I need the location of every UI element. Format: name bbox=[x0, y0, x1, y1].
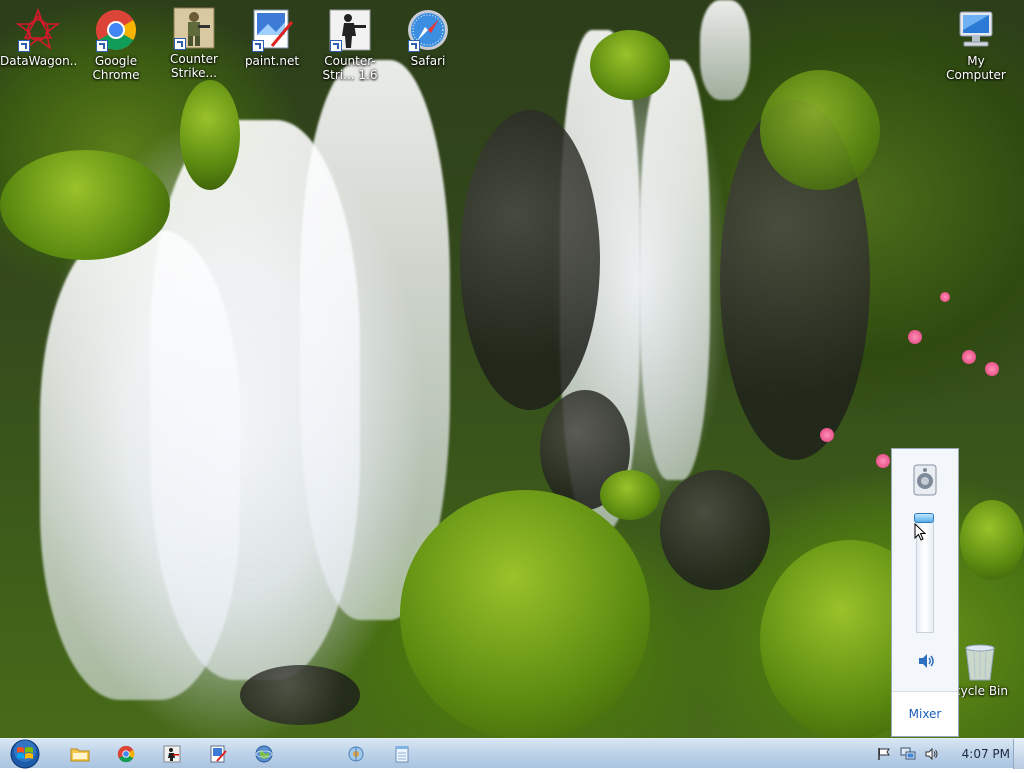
shortcut-arrow-icon bbox=[96, 40, 108, 52]
desktop-icon-counter-strike-16[interactable]: Counter-Stri... 1.6 bbox=[312, 8, 388, 82]
flag-icon bbox=[877, 748, 890, 760]
taskbar: 4:07 PM bbox=[0, 738, 1024, 769]
desktop-icon-label: DataWagon... bbox=[0, 54, 76, 68]
volume-flyout-footer: Mixer bbox=[892, 691, 958, 736]
desktop-icon-datawagon[interactable]: DataWagon... bbox=[0, 7, 76, 68]
mouse-cursor bbox=[914, 522, 927, 545]
desktop: DataWagon... Google Chrome Counter Strik… bbox=[0, 0, 1024, 738]
tray-network[interactable] bbox=[898, 744, 918, 764]
speaker-device-icon bbox=[913, 464, 937, 496]
desktop-icon-recycle-bin[interactable]: cycle Bin bbox=[954, 638, 1024, 698]
taskbar-button-counter-strike[interactable] bbox=[154, 742, 190, 766]
mute-button[interactable] bbox=[916, 651, 936, 671]
taskbar-button-globe[interactable] bbox=[246, 742, 282, 766]
desktop-icon-paint-net[interactable]: paint.net bbox=[234, 8, 310, 68]
taskbar-clock[interactable]: 4:07 PM bbox=[962, 747, 1010, 761]
notepad-icon bbox=[395, 746, 409, 763]
computer-icon bbox=[959, 11, 993, 47]
desktop-icon-label: paint.net bbox=[244, 54, 300, 68]
speaker-device-button[interactable] bbox=[908, 463, 942, 497]
desktop-icon-label: My Computer bbox=[946, 54, 1006, 82]
desktop-icon-label: Google Chrome bbox=[92, 54, 140, 82]
taskbar-button-notepad[interactable] bbox=[384, 742, 420, 766]
notification-area: 4:07 PM bbox=[874, 739, 1010, 769]
desktop-icon-label: Safari bbox=[410, 54, 446, 68]
show-desktop-button[interactable] bbox=[1013, 739, 1024, 769]
network-app-icon bbox=[348, 746, 364, 762]
volume-slider-thumb[interactable] bbox=[914, 513, 934, 523]
shortcut-arrow-icon bbox=[252, 40, 264, 52]
desktop-icon-label: Counter Strike... bbox=[170, 52, 218, 80]
volume-icon bbox=[925, 747, 938, 761]
folder-icon bbox=[70, 748, 90, 762]
desktop-icon-counter-strike[interactable]: Counter Strike... bbox=[156, 6, 232, 80]
desktop-icon-google-chrome[interactable]: Google Chrome bbox=[78, 8, 154, 82]
start-button[interactable] bbox=[8, 739, 42, 769]
tray-volume[interactable] bbox=[922, 744, 942, 764]
desktop-icon-my-computer[interactable]: My Computer bbox=[936, 8, 1016, 82]
paint-icon bbox=[210, 745, 227, 763]
mixer-link[interactable]: Mixer bbox=[909, 707, 942, 721]
chrome-icon bbox=[117, 745, 135, 763]
recycle-bin-icon bbox=[965, 644, 995, 681]
windows-orb-icon bbox=[10, 739, 40, 769]
tray-action-center[interactable] bbox=[874, 744, 894, 764]
desktop-icon-label: Counter-Stri... 1.6 bbox=[322, 54, 378, 82]
counter-strike-icon bbox=[163, 745, 181, 763]
globe-icon bbox=[255, 745, 273, 763]
desktop-icon-label: cycle Bin bbox=[954, 684, 1008, 698]
speaker-icon bbox=[919, 654, 934, 668]
taskbar-button-chrome[interactable] bbox=[108, 742, 144, 766]
shortcut-arrow-icon bbox=[18, 40, 30, 52]
taskbar-button-explorer[interactable] bbox=[62, 742, 98, 766]
shortcut-arrow-icon bbox=[330, 40, 342, 52]
taskbar-button-paint[interactable] bbox=[200, 742, 236, 766]
volume-flyout: Mixer bbox=[891, 448, 959, 737]
shortcut-arrow-icon bbox=[174, 38, 186, 50]
network-icon bbox=[900, 747, 916, 760]
shortcut-arrow-icon bbox=[408, 40, 420, 52]
cursor-icon bbox=[914, 522, 927, 541]
taskbar-button-network-app[interactable] bbox=[338, 742, 374, 766]
desktop-icon-safari[interactable]: Safari bbox=[390, 8, 466, 68]
